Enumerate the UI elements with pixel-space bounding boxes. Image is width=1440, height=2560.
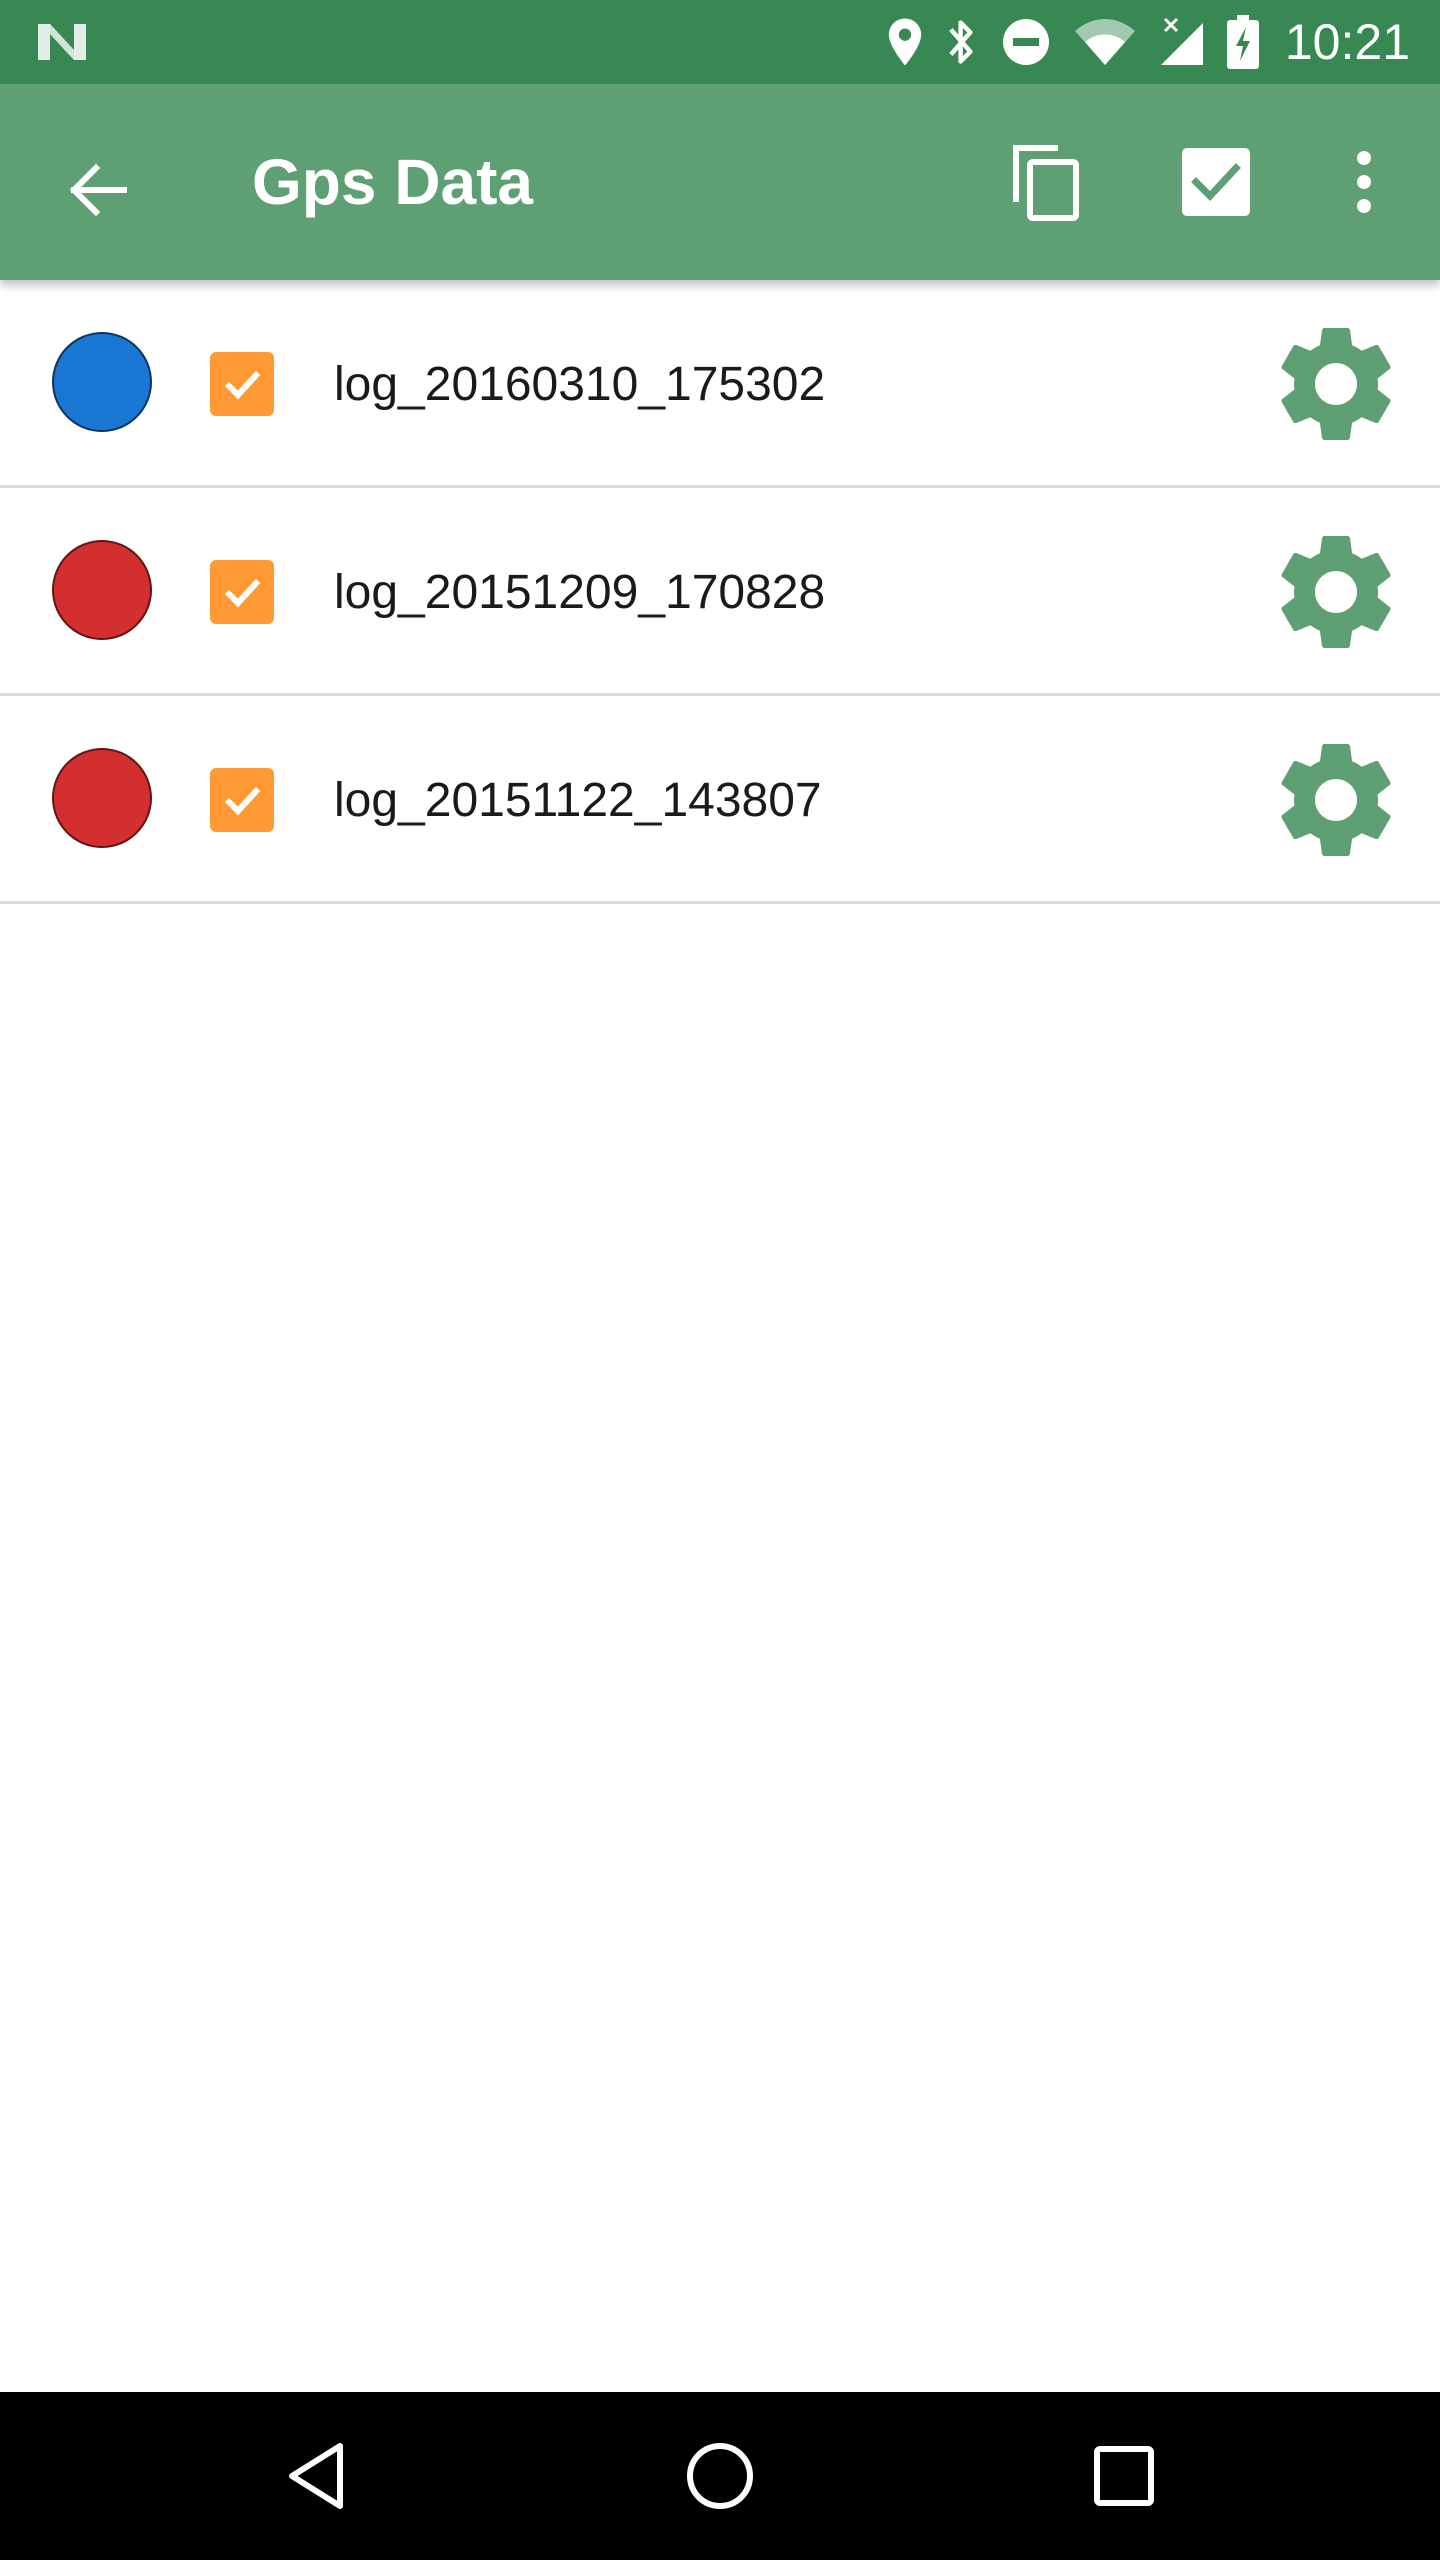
location-icon bbox=[888, 18, 922, 66]
settings-button[interactable] bbox=[1262, 726, 1410, 874]
cell-signal-icon bbox=[1160, 17, 1203, 65]
list-item[interactable]: log_20151209_170828 bbox=[0, 488, 1440, 696]
status-time: 10:21 bbox=[1284, 14, 1410, 70]
gps-log-list: log_20160310_175302 log_20151209_170828 bbox=[0, 280, 1440, 904]
log-name: log_20151209_170828 bbox=[334, 565, 826, 619]
settings-button[interactable] bbox=[1262, 310, 1410, 458]
check-icon bbox=[224, 578, 261, 608]
back-arrow-icon bbox=[69, 163, 127, 217]
gear-icon bbox=[1281, 743, 1391, 856]
copy-icon bbox=[1013, 145, 1079, 221]
nav-home-button[interactable] bbox=[670, 2426, 770, 2526]
visibility-checkbox[interactable] bbox=[210, 560, 274, 624]
check-box-icon bbox=[1182, 148, 1250, 216]
list-item[interactable]: log_20160310_175302 bbox=[0, 280, 1440, 488]
overflow-menu-button[interactable] bbox=[1316, 134, 1412, 230]
nav-recents-button[interactable] bbox=[1074, 2426, 1174, 2526]
settings-button[interactable] bbox=[1262, 518, 1410, 666]
back-triangle-icon bbox=[289, 2443, 343, 2509]
gear-icon bbox=[1281, 327, 1391, 440]
status-bar: 10:21 bbox=[0, 0, 1440, 84]
wifi-icon bbox=[1074, 19, 1135, 65]
app-bar: Gps Data bbox=[0, 84, 1440, 280]
visibility-checkbox[interactable] bbox=[210, 352, 274, 416]
log-name: log_20160310_175302 bbox=[334, 357, 826, 411]
list-item[interactable]: log_20151122_143807 bbox=[0, 696, 1440, 904]
page-title: Gps Data bbox=[252, 146, 533, 218]
track-color-swatch[interactable] bbox=[52, 332, 152, 432]
track-color-swatch[interactable] bbox=[52, 540, 152, 640]
gear-icon bbox=[1281, 535, 1391, 648]
back-button[interactable] bbox=[50, 142, 146, 238]
recents-square-icon bbox=[1094, 2446, 1154, 2506]
check-icon bbox=[224, 370, 261, 400]
bluetooth-icon bbox=[949, 20, 973, 64]
n-logo-icon bbox=[38, 24, 86, 60]
track-color-swatch[interactable] bbox=[52, 748, 152, 848]
visibility-checkbox[interactable] bbox=[210, 768, 274, 832]
copy-button[interactable] bbox=[998, 134, 1094, 230]
system-nav-bar bbox=[0, 2392, 1440, 2560]
more-vert-icon bbox=[1357, 151, 1371, 213]
do-not-disturb-icon bbox=[1002, 19, 1049, 65]
check-icon bbox=[224, 786, 261, 816]
select-all-button[interactable] bbox=[1168, 134, 1264, 230]
battery-charging-icon bbox=[1226, 15, 1259, 69]
home-circle-icon bbox=[687, 2443, 753, 2509]
nav-back-button[interactable] bbox=[266, 2426, 366, 2526]
log-name: log_20151122_143807 bbox=[334, 773, 822, 827]
